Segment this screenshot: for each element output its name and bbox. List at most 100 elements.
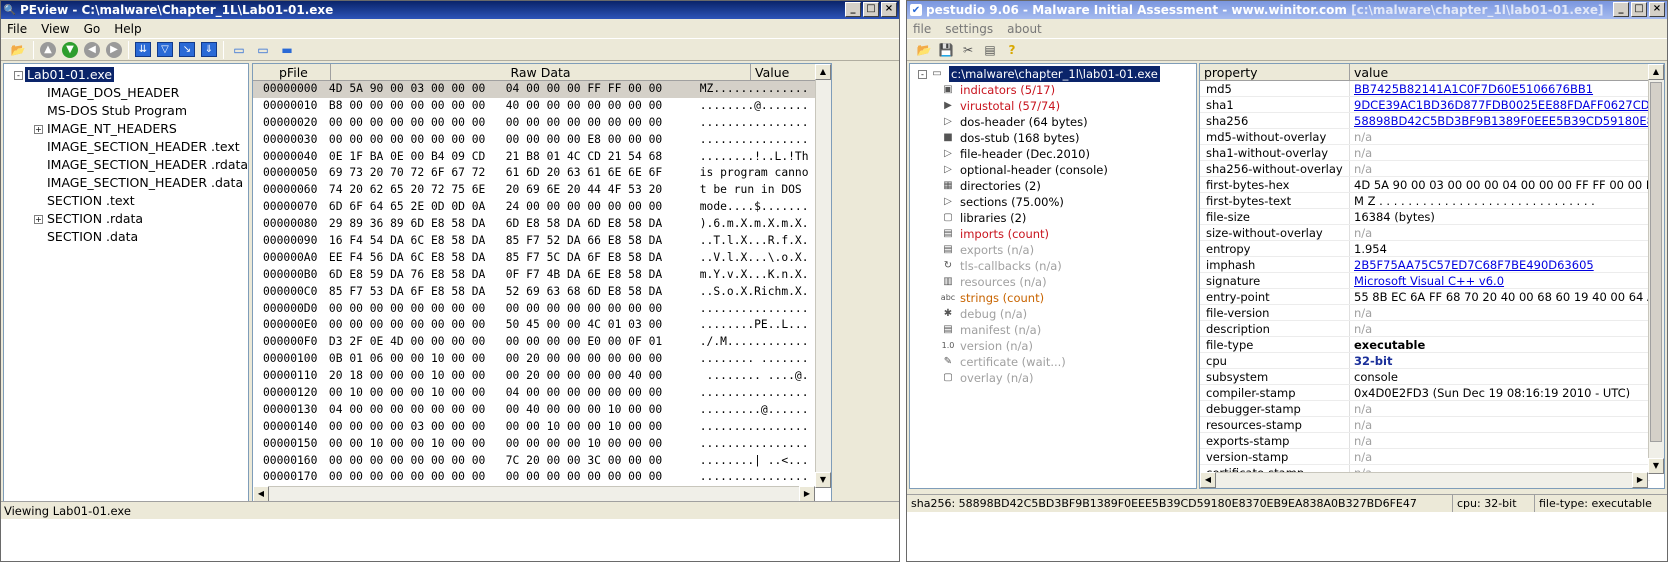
tree-item[interactable]: ▥ resources (n/a)	[940, 274, 1196, 290]
scroll-thumb[interactable]	[1650, 82, 1662, 442]
tree-item[interactable]: SECTION .data	[4, 228, 248, 246]
tree-item[interactable]: ▤ imports (count)	[940, 226, 1196, 242]
property-row[interactable]: exports-stamp n/a	[1200, 433, 1650, 449]
notes-icon[interactable]: ▤	[981, 41, 999, 59]
property-row[interactable]: sha256 58898BD42C5BD3BF9B1389F0EEE5B39CD5…	[1200, 113, 1650, 129]
scroll-down-icon[interactable]: ▼	[1648, 458, 1664, 474]
col-property[interactable]: property	[1200, 64, 1350, 80]
tree-item[interactable]: IMAGE_SECTION_HEADER .data	[4, 174, 248, 192]
tree-item[interactable]: ▣ indicators (5/17)	[940, 82, 1196, 98]
tree-item[interactable]: ↻ tls-callbacks (n/a)	[940, 258, 1196, 274]
expand-icon[interactable]: +	[34, 125, 43, 134]
property-row[interactable]: md5-without-overlay n/a	[1200, 129, 1650, 145]
hex-row[interactable]: 000000E0 00 00 00 00 00 00 00 00 50 45 00…	[253, 317, 831, 334]
property-row[interactable]: cpu 32-bit	[1200, 353, 1650, 369]
property-value[interactable]: 2B5F75AA75C57ED7C68F7BE490D63605	[1354, 258, 1594, 272]
property-row[interactable]: file-type executable	[1200, 337, 1650, 353]
down-arrow-icon[interactable]: ▼	[62, 41, 78, 58]
minimize-button[interactable]: _	[1613, 2, 1629, 17]
property-row[interactable]: file-version n/a	[1200, 305, 1650, 321]
property-row[interactable]: resources-stamp n/a	[1200, 417, 1650, 433]
collapse-icon[interactable]: -	[918, 69, 927, 79]
collapse-icon[interactable]: -	[14, 71, 23, 80]
up-arrow-icon[interactable]: ▲	[40, 41, 56, 58]
property-horizontal-scrollbar[interactable]: ◀ ▶	[1200, 472, 1648, 488]
menu-file[interactable]: File	[7, 22, 27, 36]
hex-row[interactable]: 00000100 0B 01 06 00 00 10 00 00 00 20 00…	[253, 351, 831, 368]
view-prev-icon[interactable]: ▽	[157, 42, 173, 57]
property-row[interactable]: imphash 2B5F75AA75C57ED7C68F7BE490D63605	[1200, 257, 1650, 273]
property-row[interactable]: description n/a	[1200, 321, 1650, 337]
open-icon[interactable]: 📂	[915, 41, 933, 59]
maximize-button[interactable]: □	[1631, 2, 1647, 17]
property-row[interactable]: sha1-without-overlay n/a	[1200, 145, 1650, 161]
tree-item[interactable]: ▷ dos-header (64 bytes)	[940, 114, 1196, 130]
tree-root[interactable]: - ▭ c:\malware\chapter_1l\lab01-01.exe	[918, 66, 1196, 82]
help-icon[interactable]: ?	[1003, 41, 1021, 59]
tree-item[interactable]: ✎ certificate (wait...)	[940, 354, 1196, 370]
scroll-left-icon[interactable]: ◀	[253, 486, 269, 502]
save-icon[interactable]: 💾	[937, 41, 955, 59]
tree-item[interactable]: 1.0 version (n/a)	[940, 338, 1196, 354]
hex-row[interactable]: 00000070 6D 6F 64 65 2E 0D 0D 0A 24 00 00…	[253, 199, 831, 216]
property-row[interactable]: first-bytes-hex 4D 5A 90 00 03 00 00 00 0…	[1200, 177, 1650, 193]
menu-view[interactable]: View	[41, 22, 69, 36]
tree-item[interactable]: ▷ optional-header (console)	[940, 162, 1196, 178]
scroll-up-icon[interactable]: ▲	[815, 64, 831, 80]
peview-tree[interactable]: - Lab01-01.exe IMAGE_DOS_HEADER MS-DOS Stub…	[3, 63, 249, 503]
property-value[interactable]: 58898BD42C5BD3BF9B1389F0EEE5B39CD59180E8…	[1354, 114, 1650, 128]
hex-row[interactable]: 000000D0 00 00 00 00 00 00 00 00 00 00 00…	[253, 301, 831, 318]
property-value[interactable]: BB7425B82141A1C0F7D60E5106676BB1	[1354, 82, 1593, 96]
dword-view-icon[interactable]: ▬	[278, 41, 296, 59]
hex-row[interactable]: 000000B0 6D E8 59 DA 76 E8 58 DA 0F F7 4B…	[253, 267, 831, 284]
minimize-button[interactable]: _	[845, 2, 861, 17]
hex-row[interactable]: 00000020 00 00 00 00 00 00 00 00 00 00 00…	[253, 115, 831, 132]
property-value[interactable]: Microsoft Visual C++ v6.0	[1354, 274, 1504, 288]
tree-item[interactable]: IMAGE_DOS_HEADER	[4, 84, 248, 102]
tree-item[interactable]: SECTION .text	[4, 192, 248, 210]
tree-item[interactable]: IMAGE_SECTION_HEADER .text	[4, 138, 248, 156]
tree-item[interactable]: ▶ virustotal (57/74)	[940, 98, 1196, 114]
tree-item[interactable]: ▤ exports (n/a)	[940, 242, 1196, 258]
tree-item[interactable]: + IMAGE_NT_HEADERS	[4, 120, 248, 138]
hex-row[interactable]: 000000F0 D3 2F 0E 4D 00 00 00 00 00 00 00…	[253, 334, 831, 351]
scroll-down-icon[interactable]: ▼	[815, 472, 831, 488]
property-view[interactable]: property value md5 BB7425B82141A1C0F7D60E…	[1199, 63, 1665, 489]
property-row[interactable]: entropy 1.954	[1200, 241, 1650, 257]
menu-about[interactable]: about	[1007, 22, 1042, 36]
hex-row[interactable]: 00000170 00 00 00 00 00 00 00 00 00 00 00…	[253, 469, 831, 486]
hex-row[interactable]: 00000030 00 00 00 00 00 00 00 00 00 00 00…	[253, 132, 831, 149]
tree-item[interactable]: ▦ directories (2)	[940, 178, 1196, 194]
col-pfile[interactable]: pFile	[253, 64, 331, 80]
peview-title-bar[interactable]: 🔍 PEview - C:\malware\Chapter_1L\Lab01-0…	[1, 1, 899, 19]
hex-row[interactable]: 000000C0 85 F7 53 DA 6F E8 58 DA 52 69 63…	[253, 284, 831, 301]
word-view-icon[interactable]: ▭	[254, 41, 272, 59]
menu-help[interactable]: Help	[114, 22, 141, 36]
back-arrow-icon[interactable]: ◀	[84, 41, 100, 58]
hex-row[interactable]: 00000130 04 00 00 00 00 00 00 00 00 40 00…	[253, 402, 831, 419]
view-last-icon[interactable]: ⇓	[201, 42, 217, 57]
hex-view[interactable]: pFile Raw Data Value 00000000 4D 5A 90 00…	[252, 63, 832, 503]
open-folder-icon[interactable]: 📂	[9, 41, 27, 59]
hex-row[interactable]: 00000090 16 F4 54 DA 6C E8 58 DA 85 F7 52…	[253, 233, 831, 250]
property-row[interactable]: size-without-overlay n/a	[1200, 225, 1650, 241]
property-row[interactable]: entry-point 55 8B EC 6A FF 68 70 20 40 00…	[1200, 289, 1650, 305]
property-row[interactable]: sha256-without-overlay n/a	[1200, 161, 1650, 177]
menu-file[interactable]: file	[913, 22, 931, 36]
tree-item[interactable]: IMAGE_SECTION_HEADER .rdata	[4, 156, 248, 174]
hex-row[interactable]: 00000040 0E 1F BA 0E 00 B4 09 CD 21 B8 01…	[253, 149, 831, 166]
tree-item[interactable]: ■ dos-stub (168 bytes)	[940, 130, 1196, 146]
hex-row[interactable]: 00000000 4D 5A 90 00 03 00 00 00 04 00 00…	[253, 81, 831, 98]
tree-item[interactable]: MS-DOS Stub Program	[4, 102, 248, 120]
menu-go[interactable]: Go	[84, 22, 101, 36]
property-row[interactable]: compiler-stamp 0x4D0E2FD3 (Sun Dec 19 08:…	[1200, 385, 1650, 401]
hex-row[interactable]: 00000140 00 00 00 00 03 00 00 00 00 00 10…	[253, 419, 831, 436]
hex-row[interactable]: 00000010 B8 00 00 00 00 00 00 00 40 00 00…	[253, 98, 831, 115]
scroll-left-icon[interactable]: ◀	[1200, 472, 1216, 488]
hex-view-icon[interactable]: ▭	[230, 41, 248, 59]
tree-item[interactable]: ▤ manifest (n/a)	[940, 322, 1196, 338]
tree-item[interactable]: ▷ file-header (Dec.2010)	[940, 146, 1196, 162]
property-vertical-scrollbar[interactable]: ▲ ▼	[1648, 64, 1664, 474]
property-row[interactable]: version-stamp n/a	[1200, 449, 1650, 465]
property-row[interactable]: first-bytes-text M Z . . . . . . . . . . …	[1200, 193, 1650, 209]
